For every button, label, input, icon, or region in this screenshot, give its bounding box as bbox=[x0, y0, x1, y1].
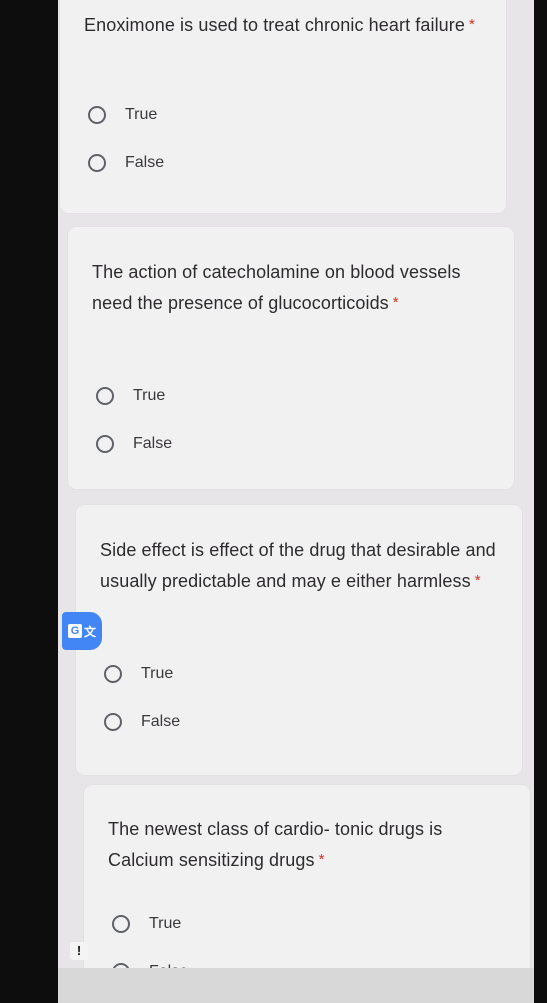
question-card-2: The action of catecholamine on blood ves… bbox=[68, 227, 514, 489]
bottom-bar bbox=[58, 968, 534, 1003]
required-asterisk: * bbox=[318, 851, 325, 868]
google-translate-button[interactable]: G 文 bbox=[62, 612, 102, 650]
form-screen: Enoximone is used to treat chronic heart… bbox=[58, 0, 534, 1003]
radio-button[interactable] bbox=[88, 106, 106, 124]
option-true-4[interactable]: True bbox=[112, 915, 181, 933]
option-false-1[interactable]: False bbox=[88, 154, 164, 172]
radio-button[interactable] bbox=[96, 435, 114, 453]
option-true-1[interactable]: True bbox=[88, 106, 157, 124]
question-text-3: Side effect is effect of the drug that d… bbox=[100, 540, 496, 591]
question-text-1: Enoximone is used to treat chronic heart… bbox=[84, 15, 475, 35]
required-asterisk: * bbox=[392, 294, 399, 311]
option-label: True bbox=[149, 915, 182, 932]
option-true-2[interactable]: True bbox=[96, 387, 165, 405]
option-false-3[interactable]: False bbox=[104, 713, 180, 731]
option-false-2[interactable]: False bbox=[96, 435, 172, 453]
option-label: True bbox=[133, 387, 166, 404]
radio-button[interactable] bbox=[96, 387, 114, 405]
question-text-2: The action of catecholamine on blood ves… bbox=[92, 262, 461, 313]
radio-button[interactable] bbox=[88, 154, 106, 172]
translate-glyph: 文 bbox=[83, 624, 96, 639]
radio-button[interactable] bbox=[104, 665, 122, 683]
required-asterisk: * bbox=[469, 16, 475, 33]
radio-button[interactable] bbox=[104, 713, 122, 731]
question-card-3: Side effect is effect of the drug that d… bbox=[76, 505, 522, 775]
required-asterisk: * bbox=[474, 572, 481, 589]
question-text-4: The newest class of cardio- tonic drugs … bbox=[108, 819, 443, 870]
question-card-1: Enoximone is used to treat chronic heart… bbox=[60, 0, 506, 213]
radio-button[interactable] bbox=[112, 915, 130, 933]
option-label: False bbox=[133, 435, 173, 452]
option-label: False bbox=[141, 713, 181, 730]
option-label: False bbox=[125, 154, 165, 171]
option-true-3[interactable]: True bbox=[104, 665, 173, 683]
translate-icon: G bbox=[67, 624, 82, 638]
warning-icon: ! bbox=[70, 942, 88, 960]
option-label: True bbox=[125, 106, 158, 123]
option-label: True bbox=[141, 665, 174, 682]
